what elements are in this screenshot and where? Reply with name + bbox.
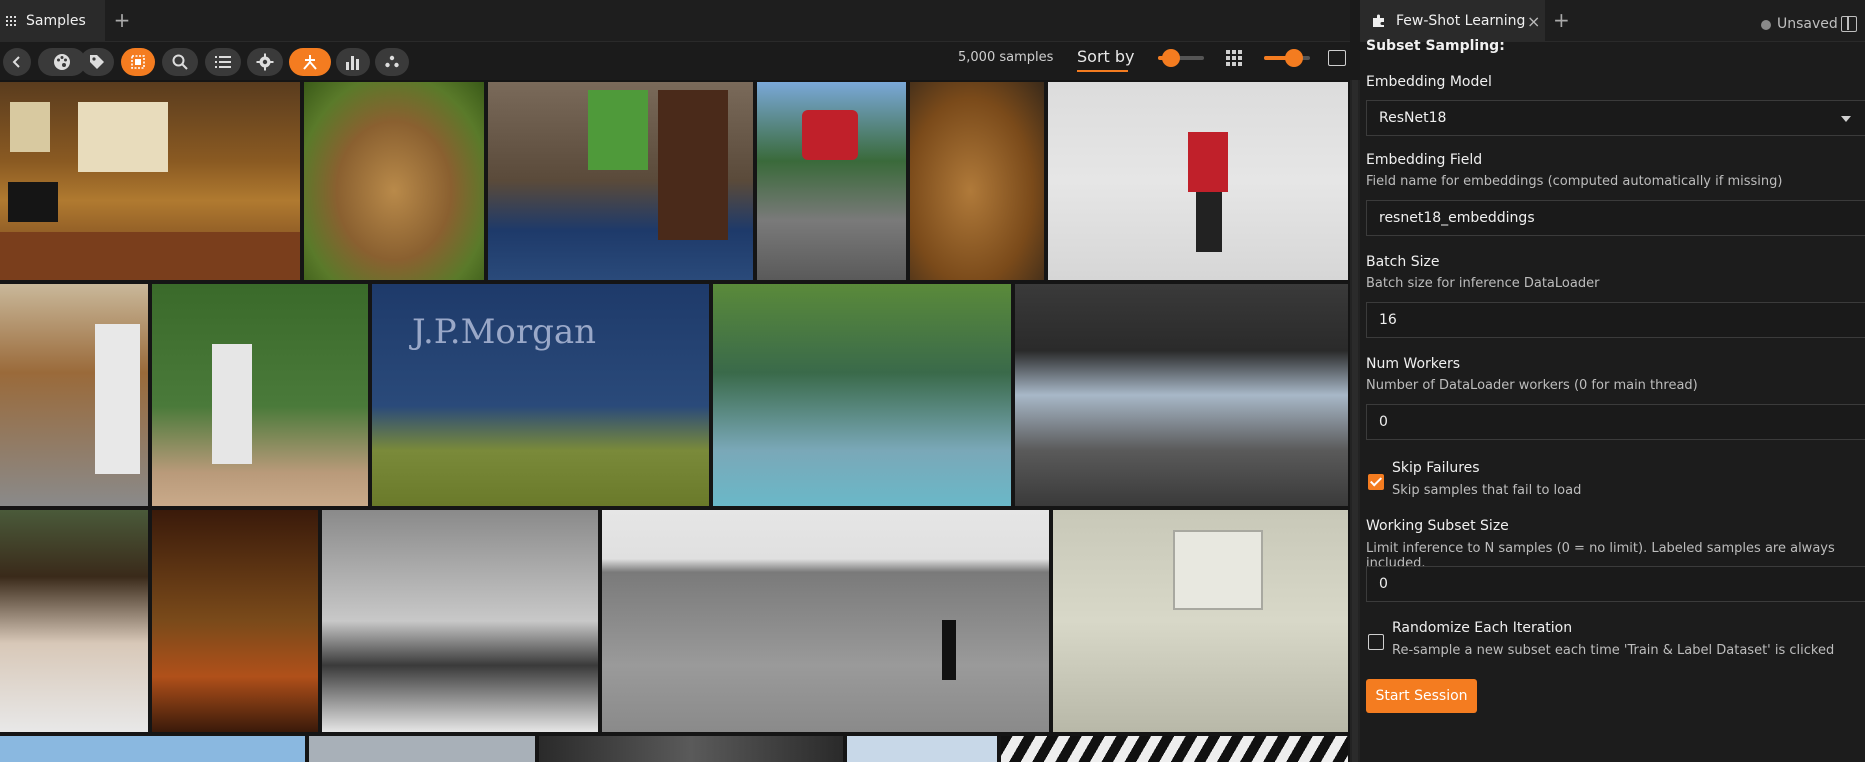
- start-session-button[interactable]: Start Session: [1366, 679, 1477, 713]
- puzzle-icon: [1373, 14, 1384, 27]
- right-tabbar: Few-Shot Learning × + Unsaved: [1360, 0, 1865, 42]
- embedding-field-label: Embedding Field: [1366, 152, 1483, 168]
- add-panel-button[interactable]: +: [1553, 8, 1570, 32]
- list-button[interactable]: [205, 48, 241, 76]
- embedding-field-input[interactable]: resnet18_embeddings: [1366, 200, 1865, 236]
- tab-samples[interactable]: Samples: [0, 0, 105, 42]
- sample-tile[interactable]: [0, 82, 300, 280]
- back-button[interactable]: [3, 48, 31, 76]
- skip-failures-checkbox[interactable]: [1368, 474, 1384, 490]
- sample-count: 5,000 samples: [958, 50, 1054, 65]
- slider-knob[interactable]: [1285, 49, 1303, 67]
- thumbnail-size-slider[interactable]: [1158, 49, 1204, 67]
- close-icon[interactable]: ×: [1527, 12, 1540, 31]
- sample-tile[interactable]: [152, 284, 368, 506]
- unsaved-status: Unsaved: [1777, 16, 1838, 32]
- batch-size-input[interactable]: 16: [1366, 302, 1865, 338]
- settings-button[interactable]: [247, 48, 283, 76]
- sample-grid: J.P.Morgan: [0, 80, 1350, 762]
- sample-tile[interactable]: [713, 284, 1011, 506]
- sample-tile[interactable]: [0, 284, 148, 506]
- sample-tile[interactable]: [309, 736, 535, 762]
- panel-layout-icon[interactable]: [1328, 50, 1346, 66]
- pane-splitter[interactable]: [1350, 80, 1360, 762]
- sample-tile[interactable]: [602, 510, 1049, 732]
- num-workers-label: Num Workers: [1366, 356, 1461, 372]
- sample-tile[interactable]: [0, 510, 148, 732]
- operators-button[interactable]: [289, 48, 331, 76]
- grid-view-icon[interactable]: [1226, 50, 1242, 66]
- sample-tile[interactable]: [1001, 736, 1348, 762]
- slider-knob[interactable]: [1162, 49, 1180, 67]
- chevron-left-icon: [12, 56, 20, 68]
- batch-size-desc: Batch size for inference DataLoader: [1366, 276, 1600, 291]
- operator-icon: [303, 55, 317, 70]
- search-icon: [172, 54, 188, 70]
- bar-chart-icon: [346, 56, 359, 70]
- sort-by-button[interactable]: Sort by: [1077, 47, 1135, 66]
- color-by-button[interactable]: [38, 48, 86, 76]
- left-tabbar: Samples +: [0, 0, 1350, 42]
- sample-tile[interactable]: [539, 736, 843, 762]
- sample-tile[interactable]: [488, 82, 753, 280]
- sample-tile[interactable]: [304, 82, 484, 280]
- randomize-desc: Re-sample a new subset each time 'Train …: [1392, 643, 1835, 658]
- few-shot-form: Subset Sampling: Embedding Model ResNet1…: [1366, 38, 1865, 762]
- add-tab-button[interactable]: +: [110, 8, 134, 32]
- tag-icon: [90, 55, 104, 69]
- embedding-model-select[interactable]: ResNet18: [1366, 100, 1865, 136]
- randomize-label: Randomize Each Iteration: [1392, 620, 1573, 636]
- working-subset-input[interactable]: 0: [1366, 566, 1865, 602]
- chevron-down-icon: [1841, 116, 1851, 122]
- scatter-icon: [385, 55, 399, 68]
- sample-tile[interactable]: [1053, 510, 1348, 732]
- sample-tile[interactable]: [1015, 284, 1348, 506]
- skip-failures-desc: Skip samples that fail to load: [1392, 483, 1582, 498]
- tab-few-shot-label: Few-Shot Learning: [1396, 13, 1526, 29]
- sample-tile[interactable]: [322, 510, 598, 732]
- sample-tile[interactable]: [847, 736, 997, 762]
- batch-size-label: Batch Size: [1366, 254, 1440, 270]
- sample-tile[interactable]: [910, 82, 1044, 280]
- histogram-button[interactable]: [336, 48, 370, 76]
- tab-few-shot-learning[interactable]: Few-Shot Learning ×: [1360, 0, 1545, 42]
- tag-button[interactable]: [80, 48, 114, 76]
- sample-tile[interactable]: [1048, 82, 1348, 280]
- randomize-checkbox[interactable]: [1368, 634, 1384, 650]
- samples-toolbar: [0, 42, 1350, 80]
- sample-tile[interactable]: J.P.Morgan: [372, 284, 709, 506]
- select-patches-icon: [131, 55, 145, 69]
- tab-samples-label: Samples: [26, 13, 86, 29]
- section-title: Subset Sampling:: [1366, 38, 1505, 54]
- zoom-slider[interactable]: [1264, 49, 1310, 67]
- sample-tile[interactable]: [152, 510, 318, 732]
- few-shot-panel: Few-Shot Learning × + Unsaved Subset Sam…: [1360, 0, 1865, 762]
- sort-underline: [1077, 70, 1128, 72]
- grid-icon: [6, 16, 16, 26]
- skip-failures-label: Skip Failures: [1392, 460, 1480, 476]
- gear-icon: [256, 53, 274, 71]
- search-button[interactable]: [162, 48, 198, 76]
- list-icon: [215, 56, 231, 68]
- sample-tile[interactable]: [757, 82, 906, 280]
- split-panel-icon[interactable]: [1841, 16, 1857, 32]
- patches-button[interactable]: [121, 48, 155, 76]
- palette-icon: [54, 54, 70, 70]
- unsaved-indicator: [1761, 20, 1771, 30]
- embedding-model-label: Embedding Model: [1366, 74, 1492, 90]
- working-subset-label: Working Subset Size: [1366, 518, 1509, 534]
- embedding-field-desc: Field name for embeddings (computed auto…: [1366, 174, 1783, 189]
- embedding-model-value: ResNet18: [1379, 110, 1447, 126]
- num-workers-input[interactable]: 0: [1366, 404, 1865, 440]
- sample-tile[interactable]: [0, 736, 305, 762]
- num-workers-desc: Number of DataLoader workers (0 for main…: [1366, 378, 1698, 393]
- samples-panel: Samples + 5,000 samples Sort by J.P.Morg…: [0, 0, 1350, 762]
- embeddings-button[interactable]: [375, 48, 409, 76]
